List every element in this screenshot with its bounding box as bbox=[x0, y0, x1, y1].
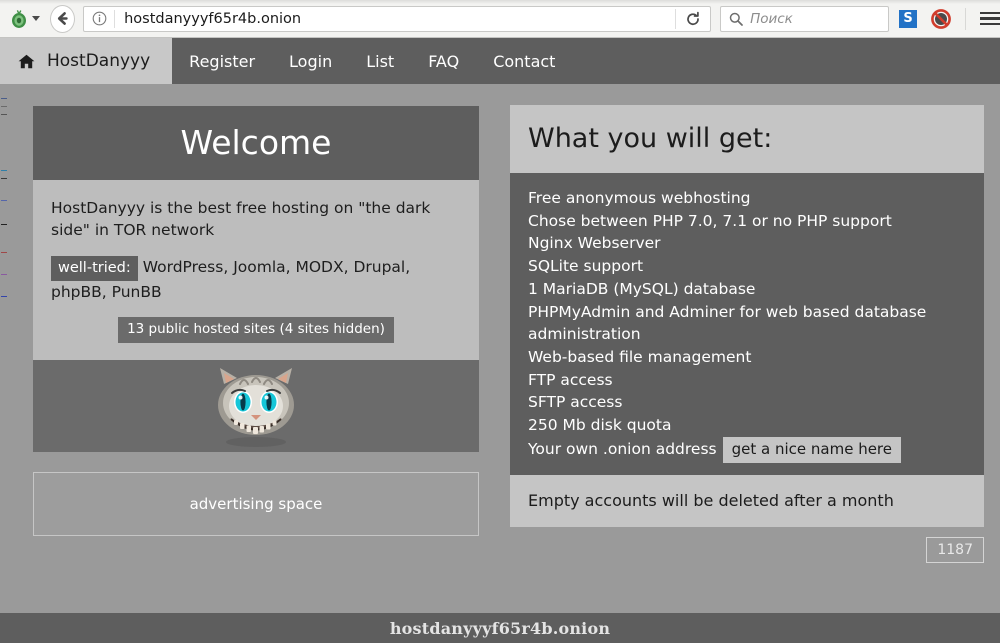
welcome-intro-text: HostDanyyy is the best free hosting on "… bbox=[51, 197, 461, 242]
welcome-panel-title: Welcome bbox=[33, 106, 479, 180]
info-circle-icon bbox=[92, 11, 107, 26]
browser-menu-button[interactable] bbox=[965, 8, 1000, 30]
hosted-sites-row: 13 public hosted sites (4 sites hidden) bbox=[51, 317, 461, 343]
navbar-links: Register Login List FAQ Contact bbox=[172, 38, 572, 84]
feature-item: Web-based file management bbox=[528, 346, 966, 369]
tab-strip bbox=[0, 0, 1000, 4]
skype-extension-icon[interactable]: S bbox=[899, 10, 917, 28]
tor-browser-menu-button[interactable] bbox=[9, 9, 40, 29]
feature-item: Chose between PHP 7.0, 7.1 or no PHP sup… bbox=[528, 210, 966, 233]
url-bar[interactable]: hostdanyyyf65r4b.onion bbox=[83, 6, 711, 32]
onion-icon bbox=[9, 9, 29, 29]
reload-button[interactable] bbox=[675, 9, 710, 29]
feature-item: Free anonymous webhosting bbox=[528, 187, 966, 210]
hamburger-menu-icon bbox=[980, 23, 1000, 26]
feature-item: SQLite support bbox=[528, 255, 966, 278]
nav-item-register[interactable]: Register bbox=[172, 38, 272, 84]
get-nice-name-button[interactable]: get a nice name here bbox=[723, 437, 901, 463]
extension-icons: S bbox=[899, 9, 951, 29]
feature-item: 1 MariaDB (MySQL) database bbox=[528, 278, 966, 301]
nav-item-login[interactable]: Login bbox=[272, 38, 349, 84]
nav-item-faq[interactable]: FAQ bbox=[411, 38, 476, 84]
well-tried-badge: well-tried: bbox=[51, 256, 138, 281]
feature-item: 250 Mb disk quota bbox=[528, 414, 966, 437]
feature-item: SFTP access bbox=[528, 391, 966, 414]
feature-item: PHPMyAdmin and Adminer for web based dat… bbox=[528, 301, 966, 346]
search-input[interactable]: Поиск bbox=[750, 11, 793, 27]
navbar-brand-hostdanyyy[interactable]: HostDanyyy bbox=[0, 38, 172, 84]
noscript-extension-icon[interactable] bbox=[931, 9, 951, 29]
site-navbar: HostDanyyy Register Login List FAQ Conta… bbox=[0, 38, 1000, 84]
reload-icon bbox=[685, 11, 701, 27]
feature-item: FTP access bbox=[528, 369, 966, 392]
what-you-get-panel: What you will get: Free anonymous webhos… bbox=[510, 105, 984, 527]
cheshire-cat-image bbox=[196, 362, 316, 450]
hosted-sites-badge[interactable]: 13 public hosted sites (4 sites hidden) bbox=[118, 317, 394, 343]
welcome-panel: Welcome HostDanyyy is the best free host… bbox=[33, 106, 479, 536]
cheshire-cat-panel bbox=[33, 360, 479, 452]
home-icon bbox=[18, 54, 35, 69]
welcome-panel-body: HostDanyyy is the best free hosting on "… bbox=[33, 180, 479, 360]
page-content: Welcome HostDanyyy is the best free host… bbox=[0, 84, 1000, 613]
background-window-sliver bbox=[0, 84, 9, 613]
navbar-brand-label: HostDanyyy bbox=[47, 51, 150, 71]
feature-item: Nginx Webserver bbox=[528, 232, 966, 255]
chevron-down-icon bbox=[32, 16, 40, 21]
back-arrow-icon bbox=[55, 11, 70, 26]
footer-onion-address[interactable]: hostdanyyyf65r4b.onion bbox=[390, 619, 610, 638]
feature-list: Free anonymous webhosting Chose between … bbox=[510, 173, 984, 475]
browser-chrome: hostdanyyyf65r4b.onion Поиск S bbox=[0, 0, 1000, 38]
hamburger-menu-icon bbox=[980, 12, 1000, 15]
hamburger-menu-icon bbox=[980, 17, 1000, 20]
well-tried-row: well-tried: WordPress, Joomla, MODX, Dru… bbox=[51, 256, 461, 303]
url-text[interactable]: hostdanyyyf65r4b.onion bbox=[115, 11, 675, 27]
search-icon bbox=[729, 12, 743, 26]
search-bar[interactable]: Поиск bbox=[720, 6, 889, 32]
onion-address-label: Your own .onion address bbox=[528, 440, 717, 458]
onion-address-feature-row: Your own .onion address get a nice name h… bbox=[528, 437, 966, 463]
what-you-get-title: What you will get: bbox=[510, 105, 984, 173]
advertising-space[interactable]: advertising space bbox=[33, 472, 479, 536]
account-deletion-note: Empty accounts will be deleted after a m… bbox=[510, 475, 984, 527]
back-button[interactable] bbox=[50, 5, 75, 33]
site-info-button[interactable] bbox=[84, 10, 115, 28]
nav-item-list[interactable]: List bbox=[349, 38, 411, 84]
visitor-counter-badge: 1187 bbox=[926, 537, 984, 563]
site-footer: hostdanyyyf65r4b.onion bbox=[0, 613, 1000, 643]
nav-item-contact[interactable]: Contact bbox=[476, 38, 572, 84]
